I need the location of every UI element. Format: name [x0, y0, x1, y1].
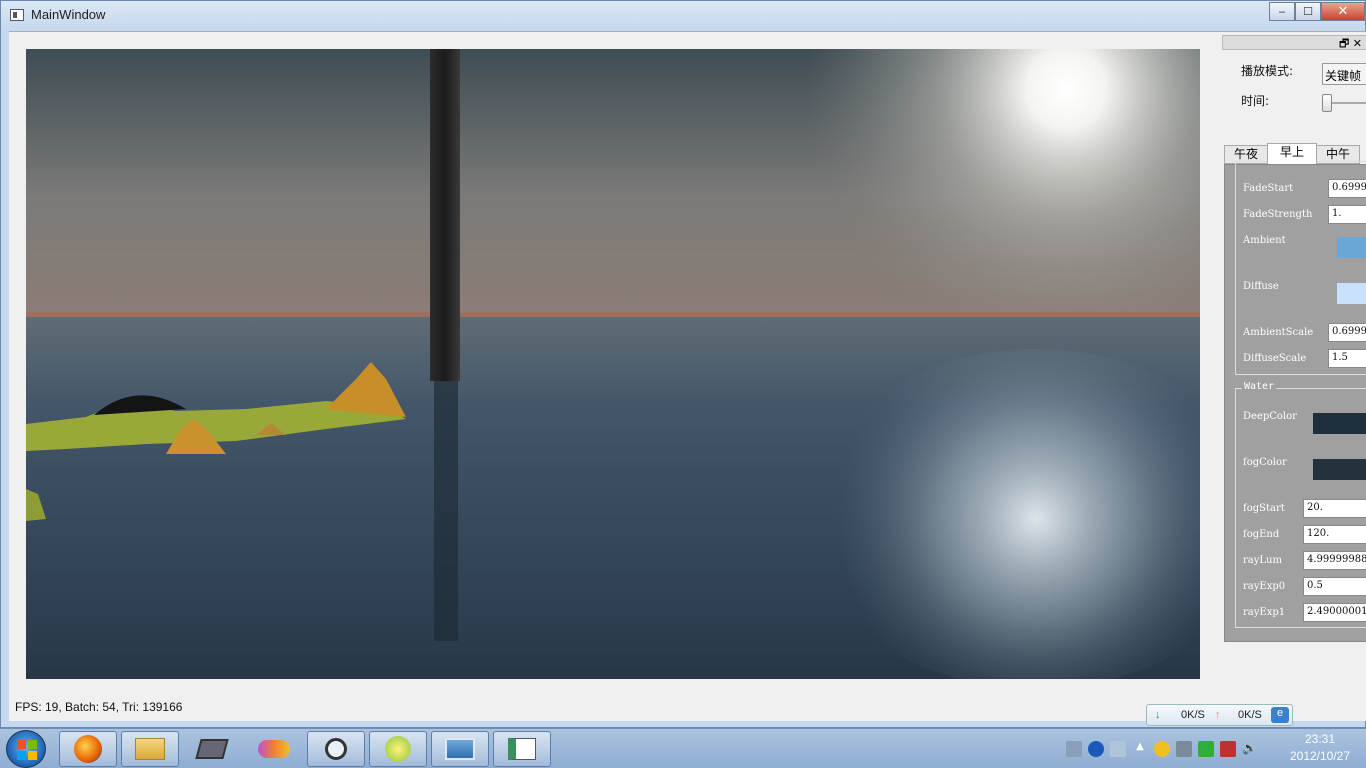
- fade-start-label: FadeStart: [1243, 183, 1294, 194]
- ray-exp0-input[interactable]: 0.5: [1303, 577, 1366, 596]
- 3d-render-viewport[interactable]: [26, 49, 1200, 679]
- diffuse-scale-label: DiffuseScale: [1243, 353, 1307, 364]
- picture-icon: [445, 738, 475, 760]
- maximize-button[interactable]: ☐: [1295, 2, 1321, 21]
- ray-exp0-label: rayExp0: [1243, 581, 1286, 592]
- media-icon[interactable]: [1220, 741, 1236, 757]
- restore-small-icon[interactable]: [1110, 741, 1126, 757]
- title-bar[interactable]: MainWindow ‒ ☐ ✕: [1, 1, 1365, 31]
- taskbar-visual-studio[interactable]: [245, 731, 303, 767]
- taskbar-firefox[interactable]: [59, 731, 117, 767]
- volume-icon[interactable]: 🔊: [1242, 741, 1258, 757]
- taskbar-music-player[interactable]: [369, 731, 427, 767]
- fog-color-label: fogColor: [1243, 457, 1287, 468]
- deep-color-label: DeepColor: [1243, 411, 1297, 422]
- taskbar-laptop-app[interactable]: [183, 731, 241, 767]
- keyboard-icon[interactable]: [1066, 741, 1082, 757]
- show-hidden-icons-icon[interactable]: ▲: [1132, 741, 1148, 757]
- diffuse-label: Diffuse: [1243, 281, 1279, 292]
- time-label: 时间:: [1241, 94, 1270, 108]
- dock-float-close-icons[interactable]: 🗗 ✕: [1339, 35, 1362, 54]
- upload-arrow-icon: ↑: [1215, 709, 1221, 721]
- magnifier-icon: [325, 738, 347, 760]
- ray-exp1-input[interactable]: 2.49000001: [1303, 603, 1366, 622]
- fade-strength-label: FadeStrength: [1243, 209, 1313, 220]
- diffuse-scale-input[interactable]: 1.5: [1328, 349, 1366, 368]
- window-title: MainWindow: [31, 7, 106, 22]
- ambient-color-swatch[interactable]: [1337, 237, 1366, 258]
- clock-time: 23:31: [1304, 732, 1336, 746]
- system-clock[interactable]: 23:31 2012/10/27: [1280, 731, 1360, 765]
- taskbar-search-tool[interactable]: [307, 731, 365, 767]
- dock-titlebar[interactable]: 🗗 ✕: [1222, 35, 1366, 50]
- minimize-button[interactable]: ‒: [1269, 2, 1295, 21]
- main-window: MainWindow ‒ ☐ ✕ FPS: 19, Batch: 54, Tri…: [0, 0, 1366, 728]
- download-arrow-icon: ↓: [1155, 709, 1161, 721]
- network-monitor[interactable]: ↓ 0K/S ↑ 0K/S e: [1146, 704, 1293, 726]
- firefox-icon: [74, 735, 102, 763]
- taskbar-main-window[interactable]: [493, 731, 551, 767]
- laptop-icon: [195, 739, 229, 759]
- settings-dock: 🗗 ✕ 播放模式: 关键帧 时间: 午夜 早上 中午 FadeStart 0.6…: [1222, 32, 1366, 645]
- network-tray-icon[interactable]: [1176, 741, 1192, 757]
- folder-icon: [135, 738, 165, 760]
- upload-speed: 0K/S: [1238, 709, 1262, 721]
- play-mode-label: 播放模式:: [1241, 64, 1294, 78]
- windows-logo-icon: [17, 740, 37, 760]
- app-window-icon: [508, 738, 536, 760]
- water-group-title: Water: [1242, 381, 1277, 392]
- clock-date: 2012/10/27: [1289, 749, 1351, 763]
- ie-icon[interactable]: e: [1271, 707, 1289, 723]
- tab-panel-morning: FadeStart 0.6999 FadeStrength 1. Ambient…: [1224, 161, 1366, 642]
- qq-icon[interactable]: [1154, 741, 1170, 757]
- start-button[interactable]: [6, 730, 46, 768]
- fade-start-input[interactable]: 0.6999: [1328, 179, 1366, 198]
- ambient-scale-label: AmbientScale: [1243, 327, 1314, 338]
- fog-start-label: fogStart: [1243, 503, 1285, 514]
- help-icon[interactable]: [1088, 741, 1104, 757]
- time-slider-handle[interactable]: [1322, 94, 1332, 112]
- fog-end-input[interactable]: 120.: [1303, 525, 1366, 544]
- download-speed: 0K/S: [1181, 709, 1205, 721]
- status-bar-text: FPS: 19, Batch: 54, Tri: 139166: [15, 700, 183, 714]
- taskbar-explorer[interactable]: [121, 731, 179, 767]
- ray-lum-label: rayLum: [1243, 555, 1282, 566]
- caption-buttons: ‒ ☐ ✕: [1269, 2, 1365, 21]
- ambient-label: Ambient: [1243, 235, 1286, 246]
- music-note-icon: [385, 736, 411, 762]
- taskbar-image-viewer[interactable]: [431, 731, 489, 767]
- ocean-scene: [26, 49, 1200, 679]
- infinity-icon: [258, 740, 290, 758]
- play-mode-select[interactable]: 关键帧: [1322, 63, 1366, 85]
- ray-exp1-label: rayExp1: [1243, 607, 1286, 618]
- ray-lum-input[interactable]: 4.99999988: [1303, 551, 1366, 570]
- time-slider-track[interactable]: [1327, 102, 1366, 104]
- client-area: FPS: 19, Batch: 54, Tri: 139166 🗗 ✕ 播放模式…: [9, 31, 1366, 721]
- close-button[interactable]: ✕: [1321, 2, 1365, 21]
- fog-color-swatch[interactable]: [1313, 459, 1366, 480]
- fade-strength-input[interactable]: 1.: [1328, 205, 1366, 224]
- app-window-icon: [10, 9, 24, 21]
- tab-morning[interactable]: 早上: [1267, 143, 1317, 164]
- diffuse-color-swatch[interactable]: [1337, 283, 1366, 304]
- ambient-scale-input[interactable]: 0.6999: [1328, 323, 1366, 342]
- system-tray: ▲ 🔊: [1066, 733, 1264, 765]
- fog-start-input[interactable]: 20.: [1303, 499, 1366, 518]
- security-icon[interactable]: [1198, 741, 1214, 757]
- taskbar: ▲ 🔊 23:31 2012/10/27: [0, 728, 1366, 768]
- fog-end-label: fogEnd: [1243, 529, 1280, 540]
- deep-color-swatch[interactable]: [1313, 413, 1366, 434]
